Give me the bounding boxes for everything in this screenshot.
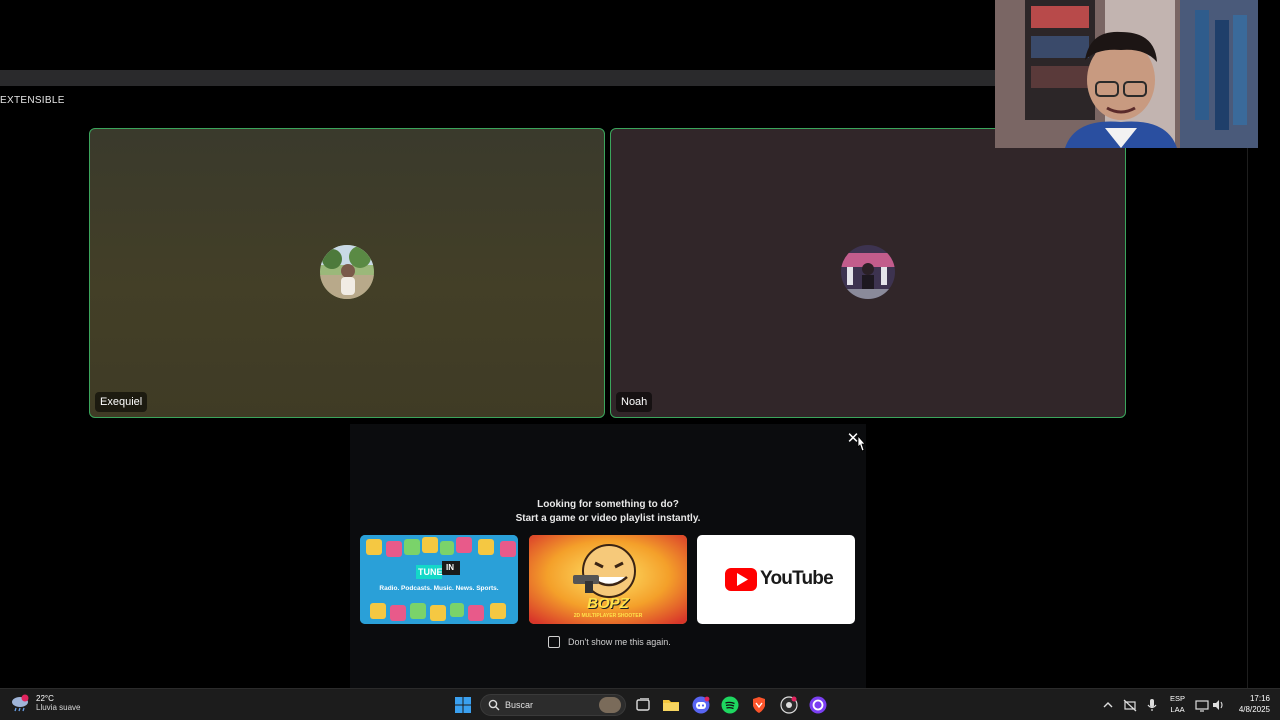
popup-title: Looking for something to do? [537, 499, 679, 510]
task-view-icon[interactable] [634, 696, 652, 714]
activity-tunein[interactable]: TUNE IN Radio. Podcasts. Music. News. Sp… [360, 535, 518, 624]
clock-time: 17:16 [1249, 694, 1270, 703]
file-explorer-icon[interactable] [662, 696, 680, 714]
network-off-icon[interactable] [1123, 696, 1137, 714]
activity-youtube[interactable]: YouTube [697, 535, 855, 624]
avatar [841, 245, 895, 299]
bopz-logo: BOPZ [587, 595, 629, 612]
obs-studio-icon[interactable] [780, 696, 798, 714]
taskbar: 22°C Lluvia suave Buscar ESP LAA 17:16 4… [0, 688, 1280, 720]
weather-desc: Lluvia suave [36, 703, 81, 712]
webcam-overlay [995, 0, 1258, 148]
tunein-logo: TUNE [418, 567, 443, 577]
spotify-icon[interactable] [721, 696, 739, 714]
display-icon[interactable] [1195, 696, 1209, 714]
clock[interactable]: 17:16 4/8/2025 [1239, 693, 1270, 715]
youtube-logo: YouTube [760, 568, 834, 589]
dont-show-label: Don't show me this again. [568, 637, 671, 647]
bopz-tagline: 2D MULTIPLAYER SHOOTER [573, 613, 643, 619]
microphone-icon[interactable] [1145, 696, 1159, 714]
mouse-cursor-icon [857, 435, 866, 452]
weather-temp: 22°C [36, 694, 54, 703]
participant-tile-noah[interactable]: Noah [610, 128, 1126, 418]
search-placeholder: Buscar [505, 700, 534, 710]
participant-tile-exequiel[interactable]: Exequiel [89, 128, 605, 418]
discord-icon[interactable] [692, 696, 710, 714]
divider [1247, 148, 1248, 688]
circle-app-icon[interactable] [809, 696, 827, 714]
top-bar [0, 70, 996, 86]
taskbar-search[interactable]: Buscar [480, 694, 626, 716]
avatar [320, 245, 374, 299]
dont-show-again[interactable]: Don't show me this again. [548, 636, 671, 648]
tunein-tagline: Radio. Podcasts. Music. News. Sports. [379, 585, 499, 592]
tunein-logo-in: IN [446, 563, 454, 572]
brave-browser-icon[interactable] [750, 696, 768, 714]
volume-icon[interactable] [1211, 696, 1225, 714]
language-bottom: LAA [1170, 705, 1185, 714]
screen: EXTENSIBLE Exequiel Noah ✕ Looking for s… [0, 0, 1280, 720]
search-highlight-icon [599, 697, 621, 713]
section-label: EXTENSIBLE [0, 95, 65, 106]
chevron-up-icon[interactable] [1101, 696, 1115, 714]
clock-date: 4/8/2025 [1238, 705, 1270, 714]
language-top: ESP [1170, 694, 1186, 703]
language-indicator[interactable]: ESP LAA [1170, 693, 1185, 715]
dont-show-checkbox[interactable] [548, 636, 560, 648]
popup-subtitle: Start a game or video playlist instantly… [515, 513, 701, 524]
activity-bopz[interactable]: BOPZ 2D MULTIPLAYER SHOOTER [529, 535, 687, 624]
rain-cloud-icon [12, 694, 29, 712]
activity-popup: ✕ Looking for something to do? Start a g… [350, 424, 866, 688]
participant-name: Exequiel [95, 392, 148, 412]
search-icon [488, 699, 500, 711]
participant-name: Noah [616, 392, 653, 412]
windows-start-icon[interactable] [454, 696, 472, 714]
weather-widget[interactable]: 22°C Lluvia suave [10, 693, 80, 713]
